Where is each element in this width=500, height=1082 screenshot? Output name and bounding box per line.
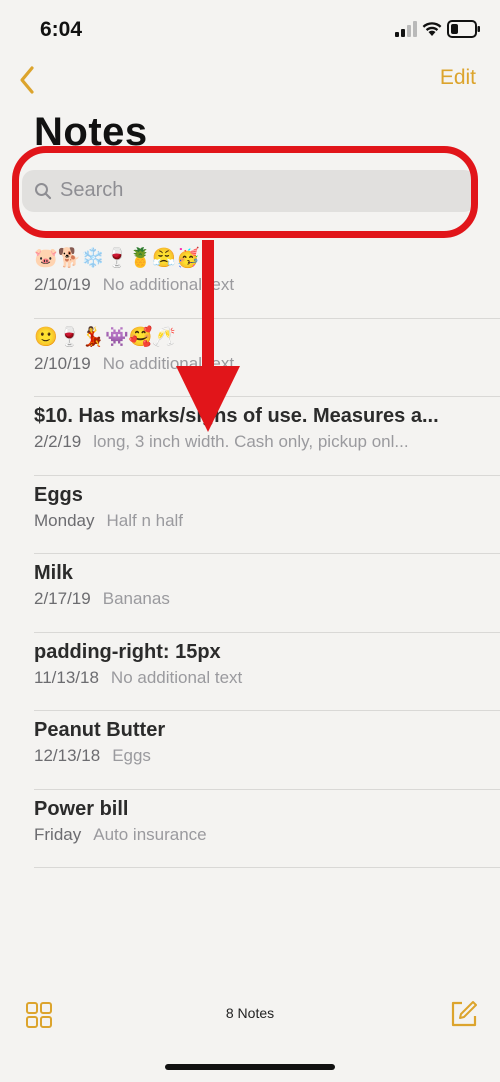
note-date: Friday <box>34 824 82 844</box>
cellular-signal-icon <box>395 21 417 37</box>
note-preview: long, 3 inch width. Cash only, pickup on… <box>93 432 409 451</box>
list-item[interactable]: 🐷🐕❄️🍷🍍😤🥳 2/10/19 No additional text <box>0 240 500 319</box>
compose-icon[interactable] <box>450 1000 478 1028</box>
note-preview: Eggs <box>112 746 151 765</box>
note-meta: 12/13/18 Eggs <box>34 746 460 766</box>
note-title: Peanut Butter <box>34 719 166 741</box>
highlight-annotation <box>12 146 478 238</box>
note-title: Power bill <box>34 797 129 820</box>
notes-list: 🐷🐕❄️🍷🍍😤🥳 2/10/19 No additional text 🙂🍷💃👾🥰… <box>0 240 500 868</box>
note-title: Eggs <box>34 483 83 506</box>
note-date: 2/10/19 <box>34 353 91 373</box>
note-meta: Friday Auto insurance <box>34 825 460 845</box>
list-item[interactable]: Eggs Monday Half n half <box>0 476 500 555</box>
note-preview: Bananas <box>102 589 170 608</box>
note-date: 2/2/19 <box>34 432 82 451</box>
list-item[interactable]: padding-right: 15px 11/13/18 No additiona… <box>0 633 500 712</box>
status-bar: 6:04 <box>0 0 500 60</box>
list-item[interactable]: Power bill Friday Auto insurance <box>0 790 500 869</box>
note-title: Milk <box>34 562 73 584</box>
edit-button[interactable]: Edit <box>440 66 476 90</box>
note-meta: 11/13/18 No additional text <box>34 668 460 688</box>
note-date: 2/10/19 <box>34 275 91 294</box>
battery-icon <box>447 20 480 38</box>
note-meta: Monday Half n half <box>34 511 460 531</box>
status-time: 6:04 <box>40 18 83 41</box>
list-item[interactable]: Milk 2/17/19 Bananas <box>0 554 500 633</box>
list-item[interactable]: $10. Has marks/signs of use. Measures a.… <box>0 397 500 476</box>
note-preview: Auto insurance <box>93 824 207 844</box>
note-preview: Half n half <box>106 510 184 530</box>
chevron-left-icon[interactable] <box>14 62 40 98</box>
note-date: Monday <box>34 510 95 530</box>
note-date: 11/13/18 <box>34 667 99 687</box>
note-title: padding-right: 15px <box>34 640 221 663</box>
note-date: 12/13/18 <box>34 746 101 765</box>
note-preview: No additional text <box>110 667 243 687</box>
notes-count: 8 Notes <box>225 1005 275 1021</box>
list-item[interactable]: Peanut Butter 12/13/18 Eggs <box>0 711 500 790</box>
wifi-icon <box>422 22 442 36</box>
list-item[interactable]: 🙂🍷💃👾🥰🥂 2/10/19 No additional text <box>0 319 500 398</box>
note-meta: 2/17/19 Bananas <box>34 589 460 609</box>
note-date: 2/17/19 <box>34 589 91 608</box>
arrow-down-annotation <box>176 240 240 432</box>
home-indicator <box>165 1064 335 1070</box>
